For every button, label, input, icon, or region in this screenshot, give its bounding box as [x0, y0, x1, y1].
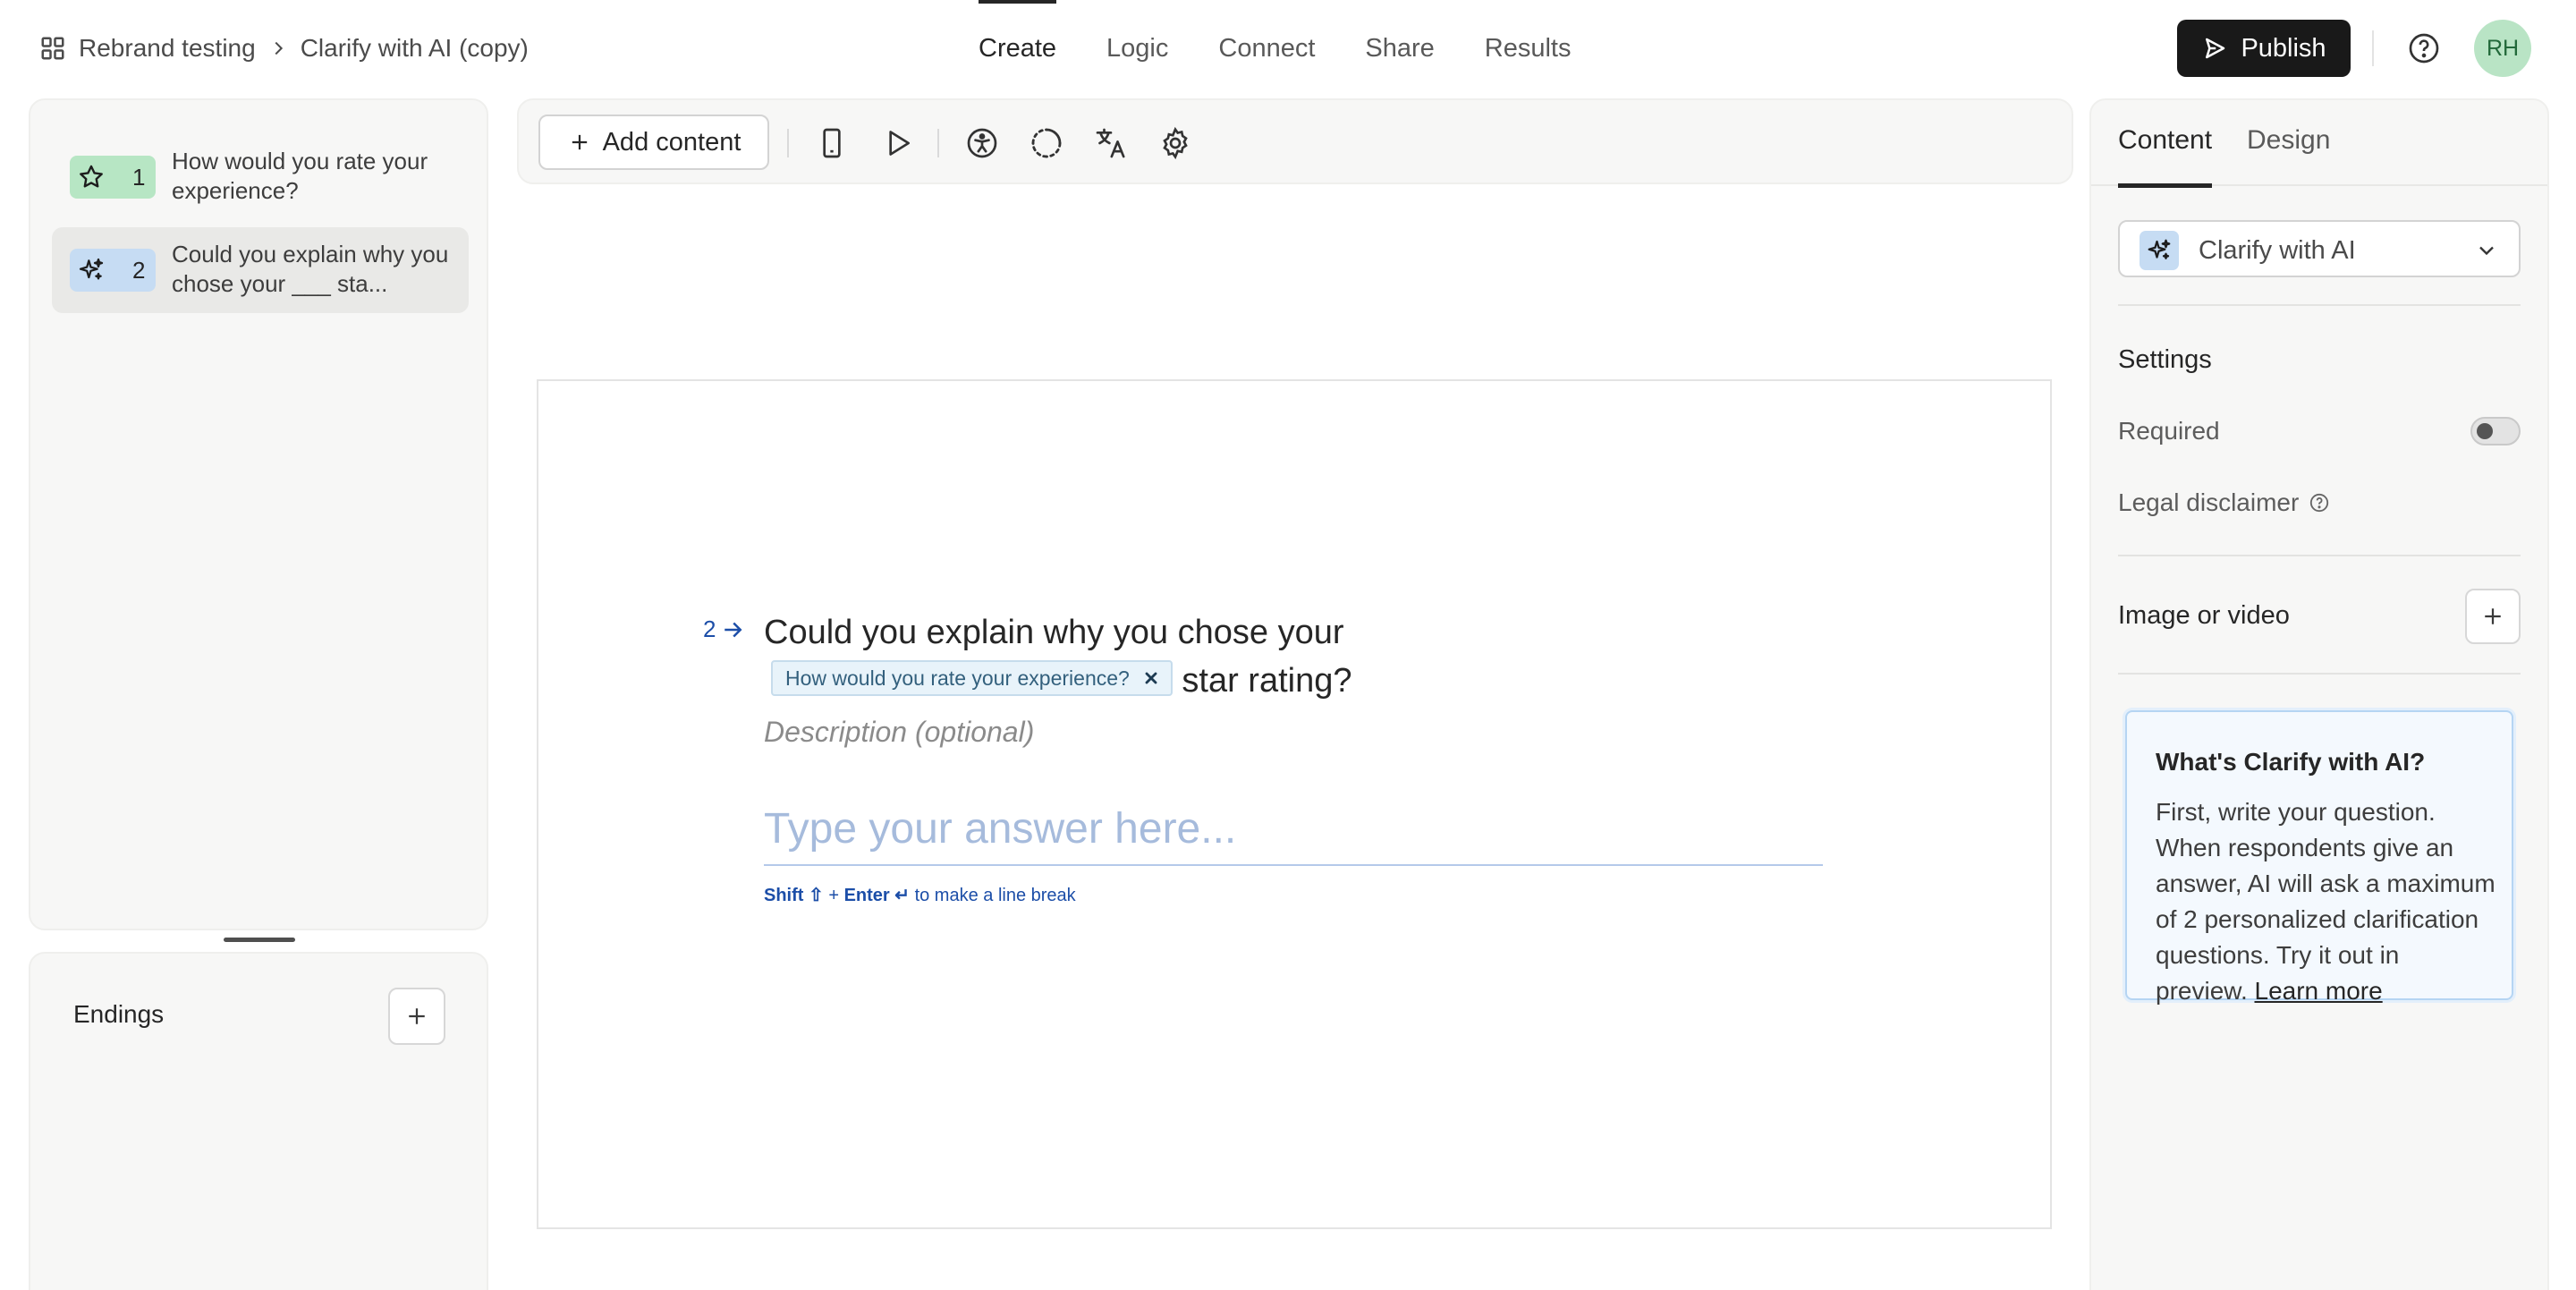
toolbar-divider: [937, 129, 939, 157]
mobile-preview-icon[interactable]: [814, 125, 850, 161]
endings-title: Endings: [73, 1000, 165, 1028]
recall-chip-label: How would you rate your experience?: [785, 666, 1130, 690]
tab-results[interactable]: Results: [1485, 0, 1572, 97]
question-type-dropdown[interactable]: Clarify with AI: [2118, 220, 2521, 277]
accessibility-icon[interactable]: [964, 125, 1000, 161]
translate-icon[interactable]: [1093, 125, 1129, 161]
info-card-body: First, write your question. When respond…: [2156, 794, 2496, 1009]
play-icon[interactable]: [880, 125, 916, 161]
add-ending-button[interactable]: [388, 988, 445, 1045]
send-icon: [2201, 35, 2228, 62]
question-number-label: 2: [703, 615, 746, 643]
publish-button[interactable]: Publish: [2177, 20, 2351, 77]
question-type-badge: 1: [70, 156, 156, 199]
form-preview-canvas: 2 Could you explain why you chose your H…: [537, 379, 2052, 1229]
question-title-text: Could you explain why you chose your: [764, 614, 1344, 651]
info-card-title: What's Clarify with AI?: [2156, 748, 2426, 776]
panel-resize-handle[interactable]: [224, 938, 295, 942]
loading-spinner-icon[interactable]: [1029, 125, 1064, 161]
line-break-hint: Shift ⇧ + Enter ↵ to make a line break: [764, 884, 1076, 906]
hint-shift-key: Shift ⇧: [764, 886, 824, 905]
question-type-icon-box: [2140, 231, 2179, 270]
settings-heading: Settings: [2118, 345, 2212, 374]
user-avatar[interactable]: RH: [2474, 20, 2531, 77]
required-toggle[interactable]: [2470, 417, 2521, 446]
answer-input[interactable]: [764, 793, 1823, 866]
tab-create[interactable]: Create: [979, 0, 1057, 97]
help-icon[interactable]: [2308, 491, 2331, 514]
question-type-label: Clarify with AI: [2199, 236, 2356, 265]
question-list-label: How would you rate your experience?: [172, 148, 428, 204]
tab-content[interactable]: Content: [2118, 125, 2213, 188]
panel-divider: [2118, 673, 2521, 675]
add-content-label: Add content: [602, 127, 741, 157]
question-list-item-2[interactable]: 2 Could you explain why you chose your _…: [52, 227, 469, 313]
top-bar: Rebrand testing Clarify with AI (copy) C…: [0, 0, 2576, 97]
breadcrumb: Rebrand testing Clarify with AI (copy): [39, 30, 529, 66]
question-type-badge: 2: [70, 249, 156, 292]
tab-design[interactable]: Design: [2247, 125, 2330, 186]
question-number-value: 2: [703, 615, 716, 642]
tab-connect[interactable]: Connect: [1218, 0, 1315, 97]
tab-logic[interactable]: Logic: [1106, 0, 1168, 97]
arrow-right-icon: [719, 616, 746, 643]
required-label-text: Required: [2118, 417, 2220, 445]
settings-tabs: Content Design: [2091, 100, 2547, 188]
question-number: 2: [132, 257, 146, 284]
question-settings-panel: Content Design Clarify with AI Settings …: [2089, 98, 2549, 1290]
recall-answer-chip[interactable]: How would you rate your experience?: [771, 660, 1173, 696]
header-divider: [2372, 30, 2374, 66]
add-media-button[interactable]: [2465, 589, 2521, 644]
hint-enter-key: Enter ↵: [843, 886, 910, 905]
help-icon[interactable]: [2406, 30, 2442, 66]
toolbar-divider: [787, 129, 789, 157]
plus-icon: [403, 1003, 430, 1030]
panel-divider: [2118, 304, 2521, 306]
learn-more-link[interactable]: Learn more: [2255, 977, 2383, 1005]
editor-toolbar: Add content: [517, 98, 2073, 184]
legal-disclaimer-label: Legal disclaimer: [2118, 488, 2331, 517]
chevron-right-icon: [268, 38, 288, 58]
main-nav: Create Logic Connect Share Results: [979, 0, 1571, 97]
chevron-down-icon: [2474, 238, 2499, 263]
question-list-panel: 1 How would you rate your experience? 2 …: [29, 98, 488, 930]
panel-divider: [2118, 555, 2521, 556]
add-content-button[interactable]: Add content: [538, 115, 769, 170]
required-label: Required: [2118, 417, 2220, 446]
question-title[interactable]: Could you explain why you chose your How…: [764, 608, 1533, 705]
hint-text: to make a line break: [914, 886, 1076, 905]
question-list-item-1[interactable]: 1 How would you rate your experience?: [52, 134, 469, 220]
settings-gear-icon[interactable]: [1157, 125, 1193, 161]
publish-label: Publish: [2241, 33, 2326, 63]
legal-disclaimer-text: Legal disclaimer: [2118, 488, 2300, 516]
image-or-video-label: Image or video: [2118, 601, 2290, 630]
workspace-grid-icon[interactable]: [39, 35, 66, 62]
question-title-text-end: star rating?: [1182, 662, 1352, 700]
endings-panel: Endings: [29, 952, 488, 1290]
plus-icon: [567, 130, 592, 155]
clarify-ai-info-card: What's Clarify with AI? First, write you…: [2125, 710, 2513, 1005]
close-icon[interactable]: [1142, 669, 1160, 687]
breadcrumb-workspace-link[interactable]: Rebrand testing: [79, 34, 256, 63]
info-card-text: First, write your question. When respond…: [2156, 798, 2496, 1005]
question-description[interactable]: Description (optional): [764, 716, 1034, 749]
breadcrumb-form-title[interactable]: Clarify with AI (copy): [301, 34, 529, 63]
question-list-label: Could you explain why you chose your ___…: [172, 241, 449, 297]
tab-share[interactable]: Share: [1365, 0, 1434, 97]
hint-plus: +: [828, 886, 839, 905]
plus-icon: [2479, 603, 2506, 630]
question-number: 1: [132, 164, 146, 191]
